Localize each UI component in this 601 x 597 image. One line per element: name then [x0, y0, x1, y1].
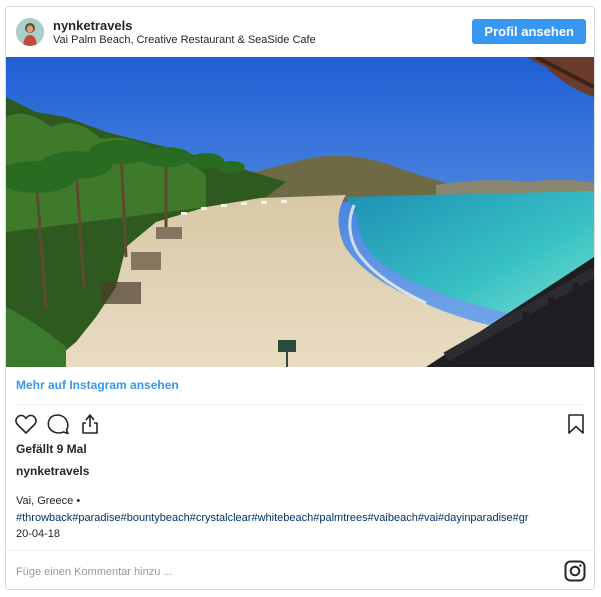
- post-photo[interactable]: [6, 57, 594, 367]
- hashtag-link[interactable]: #whitebeach: [251, 512, 313, 524]
- hashtag-link[interactable]: #gr: [513, 512, 529, 524]
- bookmark-icon[interactable]: [564, 412, 588, 436]
- hashtag-list: #throwback#paradise#bountybeach#crystalc…: [16, 512, 594, 526]
- hashtag-link[interactable]: #vaibeach: [368, 512, 418, 524]
- caption-location: Vai, Greece •: [16, 495, 81, 507]
- action-bar: [6, 408, 594, 442]
- caption-username[interactable]: nynketravels: [16, 464, 89, 478]
- heart-icon[interactable]: [14, 412, 38, 436]
- comment-icon[interactable]: [46, 412, 70, 436]
- hashtag-link[interactable]: #throwback: [16, 512, 72, 524]
- hashtag-link[interactable]: #vai: [418, 512, 438, 524]
- hashtag-link[interactable]: #bountybeach: [121, 512, 190, 524]
- view-on-instagram-link[interactable]: Mehr auf Instagram ansehen: [16, 378, 179, 392]
- username[interactable]: nynketravels: [53, 18, 133, 33]
- post-location[interactable]: Vai Palm Beach, Creative Restaurant & Se…: [53, 34, 316, 46]
- share-icon[interactable]: [78, 412, 102, 436]
- avatar[interactable]: [16, 18, 44, 46]
- comment-input[interactable]: Füge einen Kommentar hinzu ...: [16, 566, 173, 578]
- hashtag-link[interactable]: #crystalclear: [190, 512, 252, 524]
- post-header: nynketravels Vai Palm Beach, Creative Re…: [6, 7, 594, 57]
- divider: [16, 404, 584, 405]
- like-count[interactable]: Gefällt 9 Mal: [16, 442, 87, 456]
- hashtag-link[interactable]: #dayinparadise: [438, 512, 513, 524]
- instagram-icon[interactable]: [564, 560, 586, 582]
- hashtag-link[interactable]: #paradise: [72, 512, 120, 524]
- instagram-embed-card: nynketravels Vai Palm Beach, Creative Re…: [5, 6, 595, 590]
- view-profile-button[interactable]: Profil ansehen: [472, 19, 586, 44]
- post-date: 20-04-18: [16, 528, 61, 540]
- divider: [6, 550, 594, 551]
- hashtag-link[interactable]: #palmtrees: [313, 512, 367, 524]
